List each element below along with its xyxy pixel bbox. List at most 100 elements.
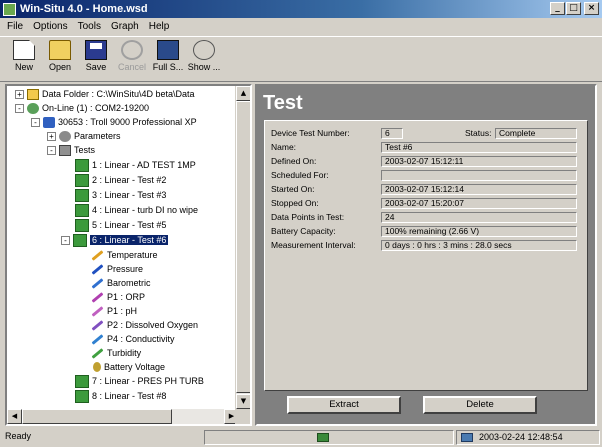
- tests-icon: [59, 144, 71, 156]
- menu-bar: File Options Tools Graph Help: [0, 18, 602, 35]
- tree-node-tests[interactable]: - Tests: [47, 144, 95, 156]
- field-label: Measurement Interval:: [271, 240, 356, 250]
- tree-node-label: P1 : ORP: [107, 292, 146, 302]
- tree-node-orp[interactable]: P1 : ORP: [91, 291, 145, 303]
- full-screen-button[interactable]: Full S...: [150, 37, 186, 81]
- tree-node-label: Data Folder : C:\WinSitu\4D beta\Data: [42, 89, 195, 99]
- minimize-button[interactable]: _: [550, 2, 565, 15]
- tree-view[interactable]: + Data Folder : C:\WinSitu\4D beta\Data …: [5, 84, 252, 426]
- tree-node-label: On-Line (1) : COM2-19200: [42, 103, 150, 113]
- title-bar: Win-Situ 4.0 - Home.wsd _ □ ×: [0, 0, 602, 18]
- tree-vertical-scrollbar[interactable]: ▲ ▼: [235, 86, 250, 409]
- tree-node-label-selected: 6 : Linear - Test #6: [90, 235, 169, 245]
- menu-file[interactable]: File: [2, 21, 28, 32]
- window-title: Win-Situ 4.0 - Home.wsd: [20, 3, 148, 15]
- tree-node-test-2[interactable]: 2 : Linear - Test #2: [75, 173, 167, 187]
- menu-help[interactable]: Help: [144, 21, 175, 32]
- test-icon: [75, 389, 89, 403]
- pencil-icon: [91, 263, 104, 275]
- pencil-icon: [91, 333, 104, 345]
- maximize-button[interactable]: □: [566, 2, 581, 15]
- tree-node-battery-voltage[interactable]: Battery Voltage: [93, 361, 165, 373]
- scroll-left-arrow-icon[interactable]: ◀: [7, 409, 22, 424]
- expand-toggle[interactable]: +: [47, 131, 56, 141]
- save-label: Save: [85, 62, 107, 72]
- save-button[interactable]: Save: [78, 37, 114, 81]
- expand-toggle[interactable]: +: [15, 89, 24, 99]
- extract-button[interactable]: Extract: [287, 396, 401, 414]
- pencil-icon: [91, 319, 104, 331]
- collapse-toggle[interactable]: -: [15, 103, 24, 113]
- field-value: Test #6: [381, 141, 577, 153]
- app-icon: [3, 2, 16, 16]
- status-bar: Ready 2003-02-24 12:48:54: [0, 428, 602, 447]
- tree-node-turbidity[interactable]: Turbidity: [91, 347, 141, 359]
- tree-node-online[interactable]: - On-Line (1) : COM2-19200: [15, 102, 149, 114]
- tree-vertical-scroll-thumb[interactable]: [236, 101, 250, 393]
- tree-node-device[interactable]: - 30653 : Troll 9000 Professional XP: [31, 116, 197, 128]
- tree-node-barometric[interactable]: Barometric: [91, 277, 151, 289]
- open-icon: [49, 40, 71, 60]
- test-icon: [75, 158, 89, 172]
- menu-options[interactable]: Options: [28, 21, 72, 32]
- tree-node-conductivity[interactable]: P4 : Conductivity: [91, 333, 175, 345]
- tree-node-test-6[interactable]: - 6 : Linear - Test #6: [61, 233, 169, 247]
- delete-button[interactable]: Delete: [423, 396, 537, 414]
- tree-node-test-4[interactable]: 4 : Linear - turb DI no wipe: [75, 203, 199, 217]
- field-label: Data Points in Test:: [271, 212, 345, 222]
- test-properties: Device Test Number: 6 Status: Complete N…: [264, 120, 588, 391]
- close-button[interactable]: ×: [584, 2, 599, 15]
- show-button[interactable]: Show ...: [186, 37, 222, 81]
- pencil-icon: [91, 347, 104, 359]
- tree-node-label: P2 : Dissolved Oxygen: [107, 320, 199, 330]
- tree-node-label: 2 : Linear - Test #2: [92, 175, 167, 185]
- tree-node-test-8[interactable]: 8 : Linear - Test #8: [75, 389, 166, 403]
- scroll-down-arrow-icon[interactable]: ▼: [236, 394, 250, 409]
- field-value: 2003-02-07 15:20:07: [381, 197, 577, 209]
- collapse-toggle[interactable]: -: [47, 145, 56, 155]
- open-button[interactable]: Open: [42, 37, 78, 81]
- tree-node-test-7[interactable]: 7 : Linear - PRES PH TURB: [75, 374, 204, 388]
- status-datetime: 2003-02-24 12:48:54: [479, 432, 563, 442]
- collapse-toggle[interactable]: -: [61, 235, 70, 245]
- field-label: Name:: [271, 142, 297, 152]
- field-label: Defined On:: [271, 156, 317, 166]
- cancel-icon: [121, 40, 143, 60]
- save-icon: [85, 40, 107, 60]
- tree-node-ph[interactable]: P1 : pH: [91, 305, 137, 317]
- field-value: 0 days : 0 hrs : 3 mins : 28.0 secs: [381, 239, 577, 251]
- tree-horizontal-scrollbar[interactable]: ◀ ▶: [7, 409, 239, 424]
- show-label: Show ...: [187, 62, 221, 72]
- tree-node-label: 7 : Linear - PRES PH TURB: [92, 376, 204, 386]
- show-icon: [193, 40, 215, 60]
- status-datetime-panel: 2003-02-24 12:48:54: [456, 430, 600, 445]
- tree-node-temperature[interactable]: Temperature: [91, 249, 158, 261]
- tree-node-data-folder[interactable]: + Data Folder : C:\WinSitu\4D beta\Data: [15, 88, 195, 100]
- tree-node-test-1[interactable]: 1 : Linear - AD TEST 1MP: [75, 158, 196, 172]
- tree-node-parameters[interactable]: + Parameters: [47, 130, 121, 142]
- new-button[interactable]: New: [6, 37, 42, 81]
- menu-tools[interactable]: Tools: [73, 21, 106, 32]
- tree-node-test-3[interactable]: 3 : Linear - Test #3: [75, 188, 166, 202]
- tree-node-label: Barometric: [107, 278, 151, 288]
- cancel-button[interactable]: Cancel: [114, 37, 150, 81]
- test-icon: [75, 203, 89, 217]
- tree-node-test-5[interactable]: 5 : Linear - Test #5: [75, 218, 166, 232]
- test-icon: [73, 233, 87, 247]
- tree-node-pressure[interactable]: Pressure: [91, 263, 143, 275]
- tree-node-label: 4 : Linear - turb DI no wipe: [92, 205, 199, 215]
- field-label: Device Test Number:: [271, 128, 350, 138]
- tree-horizontal-scroll-thumb[interactable]: [22, 409, 172, 424]
- menu-graph[interactable]: Graph: [106, 21, 144, 32]
- collapse-toggle[interactable]: -: [31, 117, 40, 127]
- field-label: Battery Capacity:: [271, 226, 336, 236]
- field-value: 2003-02-07 15:12:14: [381, 183, 577, 195]
- pencil-icon: [91, 305, 104, 317]
- tree-node-label: Parameters: [74, 131, 121, 141]
- device-icon: [43, 116, 55, 128]
- scroll-up-arrow-icon[interactable]: ▲: [236, 86, 250, 101]
- open-label: Open: [48, 62, 72, 72]
- tree-node-dissolved-oxygen[interactable]: P2 : Dissolved Oxygen: [91, 319, 198, 331]
- field-label: Stopped On:: [271, 198, 319, 208]
- toolbar: New Open Save Cancel Full S... Show ...: [0, 36, 602, 82]
